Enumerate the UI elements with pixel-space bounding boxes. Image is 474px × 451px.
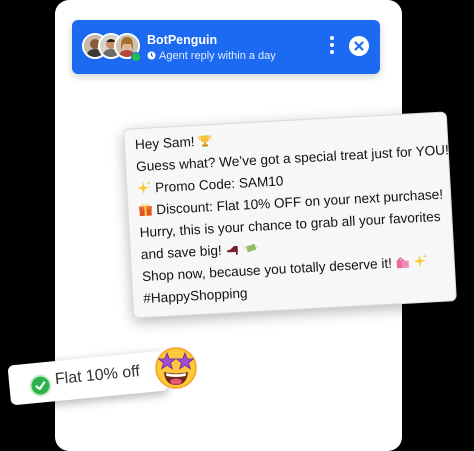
reply-status-text: Agent reply within a day [159,50,276,62]
trophy-icon [198,135,212,147]
offer-label: Flat 10% off [54,363,141,389]
high-heel-icon [226,245,238,255]
star-struck-emoji-icon [155,347,197,389]
message-line: #HappyShopping [142,285,248,307]
message-line: and save big! [141,241,260,262]
chat-header: BotPenguin Agent reply within a day [72,20,380,74]
bot-name: BotPenguin [147,33,218,47]
more-options-icon[interactable] [328,36,336,58]
promo-message-bubble: Hey Sam! Guess what? We’ve got a special… [123,111,457,319]
shopping-bags-icon [396,257,409,269]
close-icon [354,41,364,51]
gift-icon [138,203,152,217]
clock-icon [147,51,156,60]
sparkles-icon [137,181,151,194]
money-wings-icon [243,243,259,253]
agent-avatars [82,33,142,62]
close-button[interactable] [349,36,369,56]
message-line: Hey Sam! [135,133,213,152]
check-icon [28,373,53,398]
message-line: Promo Code: SAM10 [137,173,284,196]
sparkles-icon [413,254,427,268]
reply-status: Agent reply within a day [147,50,276,62]
online-status-dot [131,52,141,62]
